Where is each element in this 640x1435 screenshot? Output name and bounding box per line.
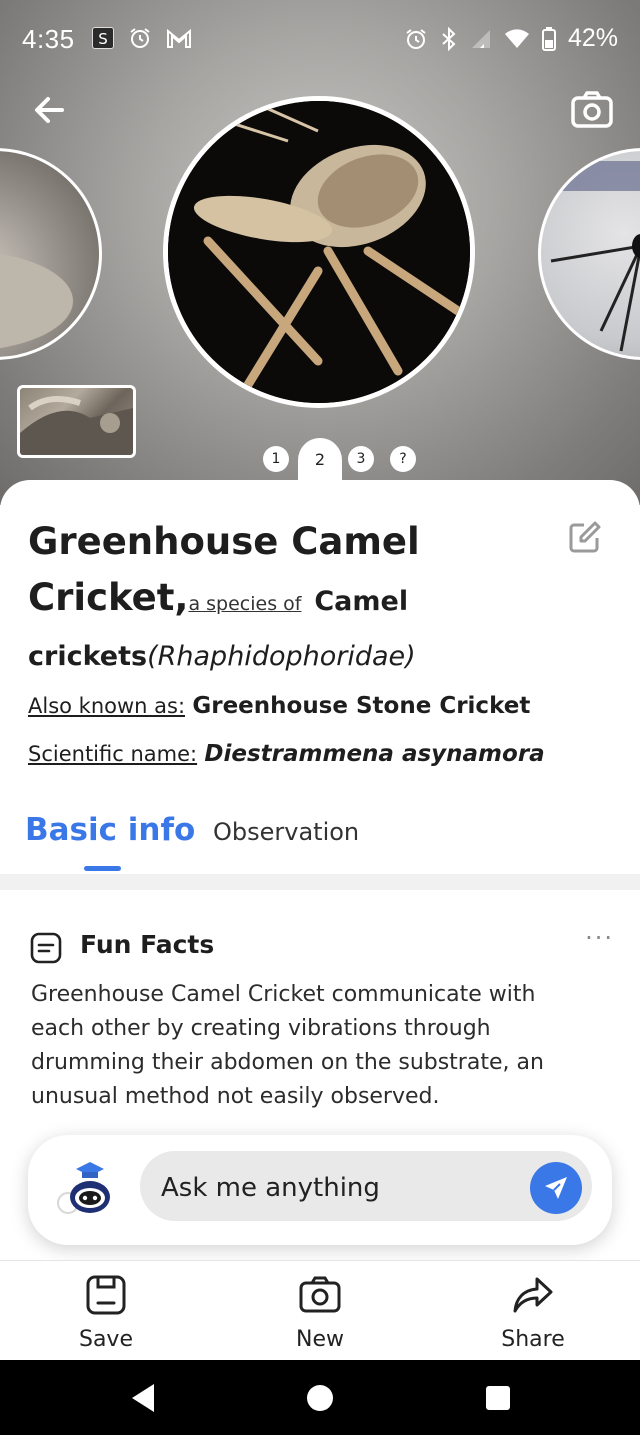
alarm-icon <box>130 28 150 48</box>
scientific-name-row: Scientific name: Diestrammena asynamora <box>28 730 568 778</box>
genus-row: crickets(Rhaphidophoridae) <box>28 632 568 682</box>
nav-recents-icon[interactable] <box>478 1378 518 1418</box>
also-known-value: Greenhouse Stone Cricket <box>192 693 531 719</box>
photo-main[interactable] <box>163 96 475 408</box>
signal-icon <box>471 29 490 48</box>
section-divider <box>0 874 640 890</box>
nav-back-icon[interactable] <box>124 1378 164 1418</box>
alarm-icon <box>406 28 426 49</box>
scientific-name-value: Diestrammena asynamora <box>204 741 545 767</box>
send-button[interactable] <box>530 1162 582 1214</box>
battery-icon <box>541 26 556 51</box>
save-button[interactable]: Save <box>26 1261 186 1361</box>
tab-observation[interactable]: Observation <box>213 818 359 846</box>
note-icon <box>30 932 62 964</box>
species-name-line2: Cricket, <box>28 576 189 619</box>
status-icons-left: S <box>92 26 192 50</box>
genus-name-part2[interactable]: crickets <box>28 641 147 672</box>
gmail-icon <box>167 28 191 48</box>
family-name: (Rhaphidophoridae) <box>147 641 416 672</box>
edit-button[interactable] <box>568 520 602 554</box>
ai-chat-bar: Ask me anything <box>28 1135 612 1245</box>
fun-facts-title: Fun Facts <box>80 930 215 959</box>
also-known-label: Also known as: <box>28 694 186 718</box>
status-time: 4:35 <box>22 24 75 54</box>
more-options-icon[interactable]: ··· <box>585 924 614 952</box>
edit-icon <box>569 521 601 553</box>
also-known-row: Also known as: Greenhouse Stone Cricket <box>28 682 568 730</box>
fun-facts-section: Fun Facts ··· Greenhouse Camel Cricket c… <box>0 890 640 1140</box>
new-button[interactable]: New <box>240 1261 400 1361</box>
species-name: Greenhouse Camel <box>28 514 568 570</box>
genus-name-part1[interactable]: Camel <box>314 586 408 617</box>
share-button[interactable]: Share <box>453 1261 613 1361</box>
save-icon <box>86 1275 126 1315</box>
wifi-icon <box>504 28 529 48</box>
share-icon <box>513 1277 553 1313</box>
photo-previous[interactable] <box>0 148 102 360</box>
share-label: Share <box>501 1327 565 1352</box>
status-icons-right: 42% <box>404 24 618 53</box>
bluetooth-icon <box>442 26 456 51</box>
spider-photo-image <box>541 161 640 352</box>
tab-basic-info[interactable]: Basic info <box>25 812 195 848</box>
camel-cricket-image <box>168 101 470 403</box>
camera-button[interactable] <box>570 88 614 132</box>
battery-percent: 42% <box>567 24 618 52</box>
send-icon <box>545 1177 567 1199</box>
ask-input-placeholder: Ask me anything <box>161 1173 380 1203</box>
robot-assistant-icon <box>57 1162 110 1214</box>
arrow-left-icon <box>35 97 64 123</box>
camera-icon <box>571 91 613 128</box>
camera-icon <box>299 1276 341 1313</box>
bottom-action-bar: Save New Share <box>0 1260 640 1360</box>
species-name-line1: Greenhouse Camel <box>28 520 420 563</box>
photo-pager: 1 2 3 ? <box>0 438 640 488</box>
tab-bar: Basic info Observation <box>0 800 640 872</box>
s-app-icon: S <box>92 27 114 49</box>
pager-item-3[interactable]: 3 <box>348 446 374 472</box>
species-title-block: Greenhouse Camel Cricket,a species of Ca… <box>28 514 568 778</box>
bot-avatar[interactable] <box>54 1157 124 1221</box>
back-button[interactable] <box>28 88 72 132</box>
pager-item-1[interactable]: 1 <box>263 446 289 472</box>
species-name-row2: Cricket,a species of Camel <box>28 570 568 632</box>
rock-photo-image <box>0 253 73 349</box>
pager-item-unknown[interactable]: ? <box>390 446 416 472</box>
fun-facts-text: Greenhouse Camel Cricket communicate wit… <box>31 982 544 1109</box>
active-tab-indicator <box>84 866 121 871</box>
save-label: Save <box>78 1327 133 1352</box>
hero-gallery: 4:35 S 42% 1 2 3 ? <box>0 0 640 505</box>
scientific-name-label: Scientific name: <box>28 742 198 766</box>
nav-home-icon[interactable] <box>300 1378 340 1418</box>
species-of-link[interactable]: a species of <box>188 593 301 615</box>
new-label: New <box>296 1327 344 1352</box>
status-bar: 4:35 S 42% <box>0 0 640 80</box>
photo-next[interactable] <box>538 148 640 360</box>
android-nav-bar <box>0 1360 640 1435</box>
